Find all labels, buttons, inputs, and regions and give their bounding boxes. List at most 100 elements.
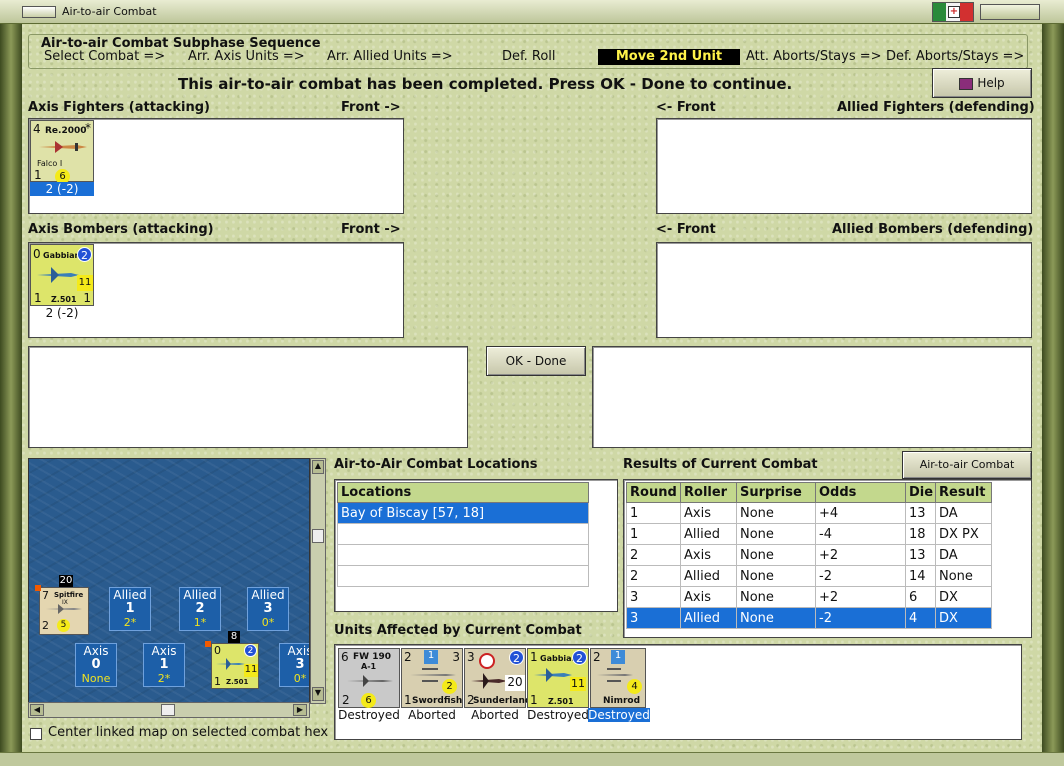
left-frame (0, 24, 22, 752)
counter-model: Z.501 (226, 678, 249, 686)
table-row[interactable]: 1 Allied None -4 18 DX PX (626, 523, 992, 545)
hex-allied-1[interactable]: Allied 1 2* (109, 587, 151, 631)
counter-model: Z.501 (51, 295, 77, 304)
mini-map[interactable]: 7 Spitfire IX 2 5 20 Allied 1 2* Allied 2 1*… (28, 458, 310, 704)
gabbiano-stack-count: 8 (228, 631, 240, 643)
roundel-icon (479, 653, 495, 669)
scroll-up-icon[interactable]: ▲ (312, 460, 324, 474)
hex-value: 0* (293, 672, 307, 685)
cell: 13 (905, 502, 936, 524)
hex-axis-3[interactable]: Axis 3 0* (279, 643, 309, 687)
affected-unit-nimrod[interactable]: 2 1 4 Nimrod (590, 648, 646, 708)
location-row-empty[interactable] (337, 544, 589, 566)
cell: DX (935, 607, 992, 629)
counter-range-dot: 4 (627, 679, 642, 694)
results-table: Round Roller Surprise Odds Die Result 1A… (626, 482, 992, 629)
air-combat-chart-button[interactable]: Air-to-air Combat Chart (902, 451, 1032, 497)
hex-side: Axis (83, 644, 109, 658)
affected-unit-gabbiano[interactable]: 1 Gabbiano 2 11 1 Z.501 (527, 648, 589, 708)
counter-subname: A-1 (361, 662, 377, 671)
locations-list[interactable]: Locations Bay of Biscay [57, 18] (334, 479, 618, 612)
unit-status-caption-selected[interactable]: Destroyed (588, 708, 650, 722)
location-row-empty[interactable] (337, 523, 589, 545)
system-menu-button[interactable] (22, 6, 56, 18)
counter-range-dot: 11 (77, 275, 93, 291)
cell: 4 (905, 607, 936, 629)
spitfire-stack-count: 20 (59, 575, 73, 587)
help-button[interactable]: Help (932, 68, 1032, 98)
help-book-icon (959, 77, 974, 90)
hex-value: None (81, 672, 111, 685)
center-map-label: Center linked map on selected combat hex (48, 725, 329, 740)
map-horizontal-scrollbar[interactable]: ◀ ▶ (28, 702, 310, 718)
allied-bombers-heading: Allied Bombers (defending) (832, 222, 1034, 237)
cell: 3 (626, 607, 681, 629)
cell: -2 (815, 607, 906, 629)
scroll-down-icon[interactable]: ▼ (312, 687, 324, 701)
counter-name: Sunderland (473, 696, 532, 706)
location-row-empty[interactable] (337, 565, 589, 587)
allied-bombers-box[interactable] (656, 242, 1032, 338)
axis-fighter-counter[interactable]: 4 Re.2000 * Falco I 1 6 (30, 120, 94, 184)
unit-status-caption: Destroyed (527, 708, 589, 722)
hex-side: Allied (183, 588, 217, 602)
affected-unit-swordfish[interactable]: 2 1 3 2 1 Swordfish (401, 648, 463, 708)
hex-count: 3 (263, 601, 273, 616)
phase-arr-axis: Arr. Axis Units => (188, 49, 305, 64)
allied-fighters-box[interactable] (656, 118, 1032, 214)
cell: 1 (626, 502, 681, 524)
table-row[interactable]: 3 Axis None +2 6 DX (626, 586, 992, 608)
counter-attack-value: 6 (341, 650, 349, 664)
counter-subname: Falco I (37, 159, 63, 168)
cell: 2 (626, 544, 681, 566)
hex-allied-2[interactable]: Allied 2 1* (179, 587, 221, 631)
counter-star: * (85, 121, 91, 135)
help-label: Help (977, 76, 1005, 90)
table-row[interactable]: 1 Axis None +4 13 DA (626, 502, 992, 524)
scroll-right-icon[interactable]: ▶ (293, 704, 307, 716)
scroll-thumb[interactable] (312, 529, 324, 543)
table-row[interactable]: 2 Axis None +2 13 DA (626, 544, 992, 566)
table-row-selected[interactable]: 3 Allied None -2 4 DX (626, 607, 992, 629)
unit-status-caption: Aborted (471, 708, 519, 722)
hex-allied-3[interactable]: Allied 3 0* (247, 587, 289, 631)
counter-badge: 2 (77, 247, 92, 262)
spitfire-counter[interactable]: 7 Spitfire IX 2 5 (39, 587, 89, 635)
bottom-frame (0, 752, 1064, 766)
locations-heading: Air-to-Air Combat Locations (334, 457, 538, 472)
window: Air-to-air Combat + Air-to-air Combat Su… (0, 0, 1064, 766)
cell: -2 (815, 565, 906, 587)
title-bar[interactable]: Air-to-air Combat + (0, 0, 1064, 24)
window-controls[interactable] (980, 4, 1040, 20)
seaplane-icon (534, 668, 572, 682)
map-vertical-scrollbar[interactable]: ▲ ▼ (310, 458, 326, 704)
gabbiano-map-counter[interactable]: 0 2 11 1 Z.501 (211, 643, 259, 689)
counter-badge: 2 (572, 650, 587, 665)
cell: +2 (815, 586, 906, 608)
axis-fighter-caption[interactable]: 2 (-2) (30, 182, 94, 196)
affected-unit-fw190[interactable]: 6 FW 190 A-1 2 6 (338, 648, 400, 708)
seaplane-icon (216, 658, 245, 670)
affected-unit-sunderland[interactable]: 3 2 20 2 Sunderland (464, 648, 531, 708)
phase-select-combat: Select Combat => (44, 49, 166, 64)
hex-axis-0[interactable]: Axis 0 None (75, 643, 117, 687)
cell: None (736, 544, 816, 566)
table-row[interactable]: 2 Allied None -2 14 None (626, 565, 992, 587)
col-roller: Roller (680, 482, 737, 503)
window-title: Air-to-air Combat (62, 5, 157, 18)
axis-bomber-counter[interactable]: 0 Gabbiano 2 11 1 Z.501 1 (30, 244, 94, 306)
hex-count: 3 (295, 657, 305, 672)
cell: None (736, 523, 816, 545)
col-odds: Odds (815, 482, 906, 503)
cell: Allied (680, 607, 737, 629)
cell: Axis (680, 586, 737, 608)
scroll-thumb-h[interactable] (161, 704, 175, 716)
center-map-checkbox[interactable] (30, 728, 42, 740)
counter-name: Re.2000 (45, 126, 87, 136)
ok-done-button[interactable]: OK - Done (486, 346, 586, 376)
location-row[interactable]: Bay of Biscay [57, 18] (337, 502, 589, 524)
scroll-left-icon[interactable]: ◀ (30, 704, 44, 716)
hex-value: 1* (193, 616, 207, 629)
counter-attack-value: 3 (467, 650, 475, 664)
hex-axis-1[interactable]: Axis 1 2* (143, 643, 185, 687)
